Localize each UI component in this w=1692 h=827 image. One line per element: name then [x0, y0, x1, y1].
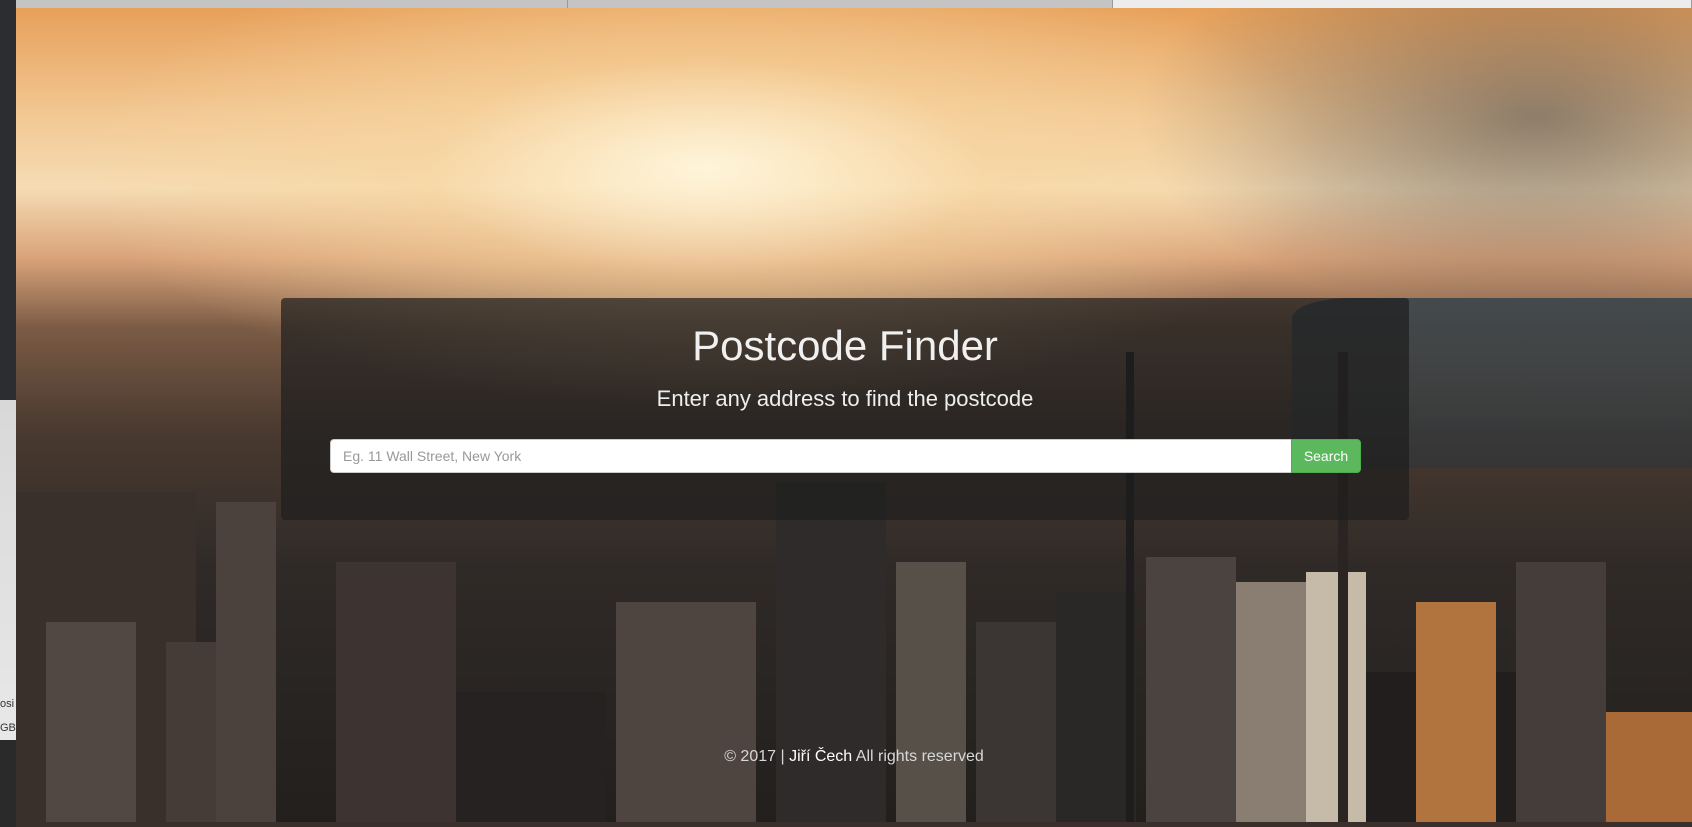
search-panel: Postcode Finder Enter any address to fin… — [281, 298, 1409, 520]
page-title: Postcode Finder — [692, 322, 998, 369]
background-window-edge: osi GB — [0, 0, 16, 827]
taskbar-edge — [16, 822, 1692, 827]
browser-tab-strip — [16, 0, 1692, 8]
address-search-input[interactable] — [330, 439, 1291, 473]
background-window-text: GB — [0, 722, 16, 734]
browser-tab[interactable] — [16, 0, 569, 8]
background-window-text: osi — [0, 698, 15, 710]
browser-tab[interactable] — [568, 0, 1114, 8]
footer-copyright: © 2017 | — [724, 748, 785, 765]
footer-author-link[interactable]: Jiří Čech — [789, 748, 852, 765]
search-button[interactable]: Search — [1291, 439, 1361, 473]
search-form: Search — [330, 439, 1361, 473]
footer-rights: All rights reserved — [855, 748, 984, 765]
page-subtitle: Enter any address to find the postcode — [656, 386, 1034, 411]
browser-window: Postcode Finder Enter any address to fin… — [16, 0, 1692, 822]
browser-tab-active[interactable] — [1113, 0, 1692, 8]
footer: © 2017 | Jiří Čech All rights reserved — [16, 748, 1692, 766]
